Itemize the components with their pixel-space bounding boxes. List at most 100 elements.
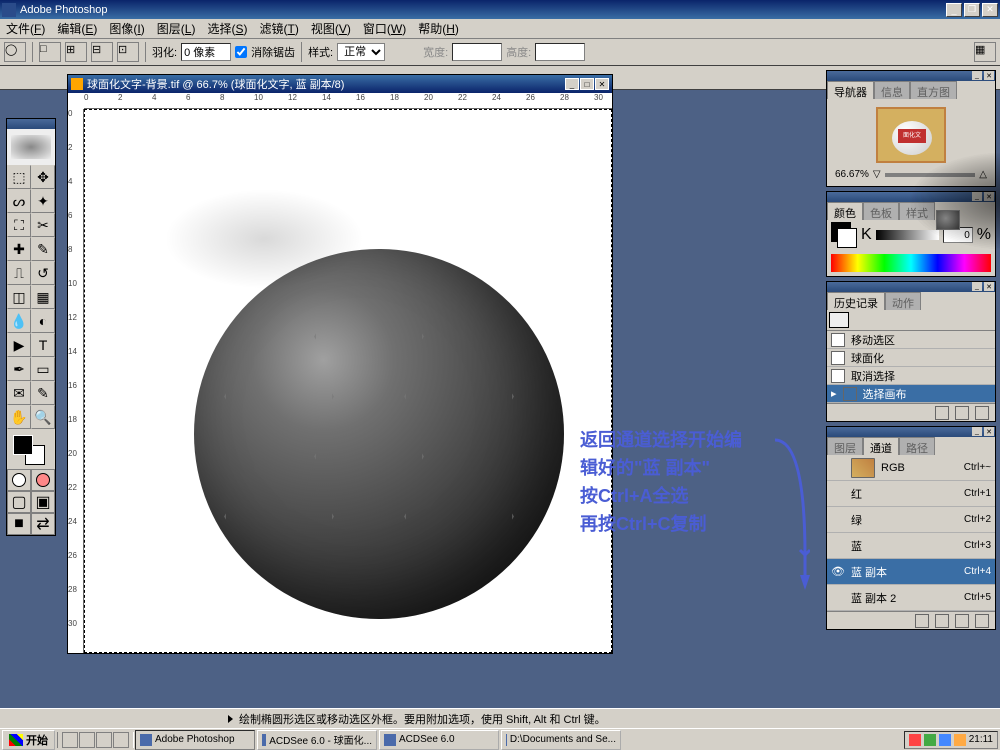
tab-info[interactable]: 信息 <box>874 81 910 99</box>
panel-minimize-icon[interactable]: _ <box>972 71 982 80</box>
canvas[interactable] <box>84 109 612 653</box>
tool-crop[interactable]: ⛶ <box>7 213 31 237</box>
channel-row[interactable]: 蓝Ctrl+3 <box>827 533 995 559</box>
history-snapshot-thumb[interactable] <box>829 312 849 328</box>
delete-channel-icon[interactable] <box>975 614 989 628</box>
doc-close-button[interactable]: ✕ <box>595 78 609 90</box>
history-snapshot-icon[interactable] <box>955 406 969 420</box>
tool-brush[interactable]: ✎ <box>31 237 55 261</box>
screen-full-menubar[interactable]: ▣ <box>31 491 55 513</box>
selection-new-icon[interactable]: □ <box>39 42 61 62</box>
taskbar-task[interactable]: ACDSee 6.0 <box>379 730 499 750</box>
tab-histogram[interactable]: 直方图 <box>910 81 957 99</box>
tab-actions[interactable]: 动作 <box>885 292 921 310</box>
menu-view[interactable]: 视图(V) <box>305 19 357 39</box>
doc-minimize-button[interactable]: _ <box>565 78 579 90</box>
menu-select[interactable]: 选择(S) <box>201 19 253 39</box>
tool-lasso[interactable]: ᔕ <box>7 189 31 213</box>
tool-shape[interactable]: ▭ <box>31 357 55 381</box>
tool-healing[interactable]: ✚ <box>7 237 31 261</box>
doc-maximize-button[interactable]: □ <box>580 78 594 90</box>
menu-edit[interactable]: 编辑(E) <box>51 19 103 39</box>
channel-row[interactable]: 👁蓝 副本Ctrl+4 <box>827 559 995 585</box>
clock[interactable]: 21:11 <box>969 734 993 745</box>
taskbar-task[interactable]: Adobe Photoshop <box>135 730 255 750</box>
tab-navigator[interactable]: 导航器 <box>827 81 874 99</box>
taskbar-task[interactable]: ACDSee 6.0 - 球面化... <box>257 730 377 750</box>
tool-slice[interactable]: ✂ <box>31 213 55 237</box>
history-item-active[interactable]: ▸选择画布 <box>827 385 995 403</box>
new-channel-icon[interactable] <box>955 614 969 628</box>
ql-app-icon[interactable] <box>96 732 112 748</box>
tab-layers[interactable]: 图层 <box>827 437 863 455</box>
tool-eraser[interactable]: ◫ <box>7 285 31 309</box>
history-delete-icon[interactable] <box>975 406 989 420</box>
tab-swatches[interactable]: 色板 <box>863 202 899 220</box>
selection-add-icon[interactable]: ⊞ <box>65 42 87 62</box>
antialias-checkbox[interactable] <box>235 46 247 58</box>
menu-help[interactable]: 帮助(H) <box>412 19 465 39</box>
tool-path-select[interactable]: ▶ <box>7 333 31 357</box>
color-spectrum[interactable] <box>831 254 991 272</box>
tool-move[interactable]: ✥ <box>31 165 55 189</box>
close-button[interactable]: ✕ <box>982 3 998 17</box>
menu-window[interactable]: 窗口(W) <box>357 19 412 39</box>
jump-to-imageready[interactable]: ⇄ <box>31 513 55 535</box>
panel-close-icon[interactable]: ✕ <box>984 427 994 436</box>
channel-row[interactable]: 红Ctrl+1 <box>827 481 995 507</box>
tool-blur[interactable]: 💧 <box>7 309 31 333</box>
panel-minimize-icon[interactable]: _ <box>972 282 982 291</box>
color-swatches[interactable] <box>7 429 55 469</box>
feather-input[interactable] <box>181 43 231 61</box>
tool-pen[interactable]: ✒ <box>7 357 31 381</box>
panel-close-icon[interactable]: ✕ <box>984 71 994 80</box>
ql-desktop-icon[interactable] <box>79 732 95 748</box>
history-item[interactable]: 取消选择 <box>827 367 995 385</box>
navigator-thumbnail[interactable]: 面化文 <box>876 107 946 163</box>
load-channel-selection-icon[interactable] <box>915 614 929 628</box>
ql-app-icon[interactable] <box>113 732 129 748</box>
history-item[interactable]: 移动选区 <box>827 331 995 349</box>
tab-color[interactable]: 颜色 <box>827 202 863 220</box>
menu-file[interactable]: 文件(F) <box>0 19 51 39</box>
tool-notes[interactable]: ✉ <box>7 381 31 405</box>
tab-history[interactable]: 历史记录 <box>827 292 885 310</box>
taskbar-task[interactable]: D:\Documents and Se... <box>501 730 621 750</box>
history-item[interactable]: 球面化 <box>827 349 995 367</box>
screen-standard[interactable]: ▢ <box>7 491 31 513</box>
ql-ie-icon[interactable] <box>62 732 78 748</box>
visibility-eye-icon[interactable]: 👁 <box>831 565 845 578</box>
channel-row[interactable]: 蓝 副本 2Ctrl+5 <box>827 585 995 611</box>
menu-layer[interactable]: 图层(L) <box>151 19 202 39</box>
maximize-button[interactable]: ❐ <box>964 3 980 17</box>
selection-intersect-icon[interactable]: ⊡ <box>117 42 139 62</box>
tool-wand[interactable]: ✦ <box>31 189 55 213</box>
mode-standard[interactable] <box>7 469 31 491</box>
channel-row[interactable]: 绿Ctrl+2 <box>827 507 995 533</box>
panel-minimize-icon[interactable]: _ <box>972 427 982 436</box>
tool-gradient[interactable]: ▦ <box>31 285 55 309</box>
zoom-out-icon[interactable]: ▽ <box>873 169 881 180</box>
screen-full[interactable]: ■ <box>7 513 31 535</box>
tray-icon[interactable] <box>924 734 936 746</box>
tool-type[interactable]: T <box>31 333 55 357</box>
marquee-ellipse-icon[interactable]: ◯ <box>4 42 26 62</box>
document-titlebar[interactable]: 球面化文字-背景.tif @ 66.7% (球面化文字, 蓝 副本/8) _ □… <box>68 75 612 93</box>
tool-dodge[interactable]: ◐ <box>31 309 55 333</box>
tool-eyedropper[interactable]: ✎ <box>31 381 55 405</box>
selection-subtract-icon[interactable]: ⊟ <box>91 42 113 62</box>
panel-close-icon[interactable]: ✕ <box>984 282 994 291</box>
menu-filter[interactable]: 滤镜(T) <box>253 19 304 39</box>
tab-paths[interactable]: 路径 <box>899 437 935 455</box>
style-select[interactable]: 正常 <box>337 43 385 61</box>
tray-icon[interactable] <box>939 734 951 746</box>
tool-stamp[interactable]: ⎍ <box>7 261 31 285</box>
start-button[interactable]: 开始 <box>2 730 55 750</box>
palette-well-icon[interactable]: ▦ <box>974 42 996 62</box>
tool-zoom[interactable]: 🔍 <box>31 405 55 429</box>
minimize-button[interactable]: _ <box>946 3 962 17</box>
tray-icon[interactable] <box>909 734 921 746</box>
tool-hand[interactable]: ✋ <box>7 405 31 429</box>
save-selection-icon[interactable] <box>935 614 949 628</box>
tray-icon[interactable] <box>954 734 966 746</box>
